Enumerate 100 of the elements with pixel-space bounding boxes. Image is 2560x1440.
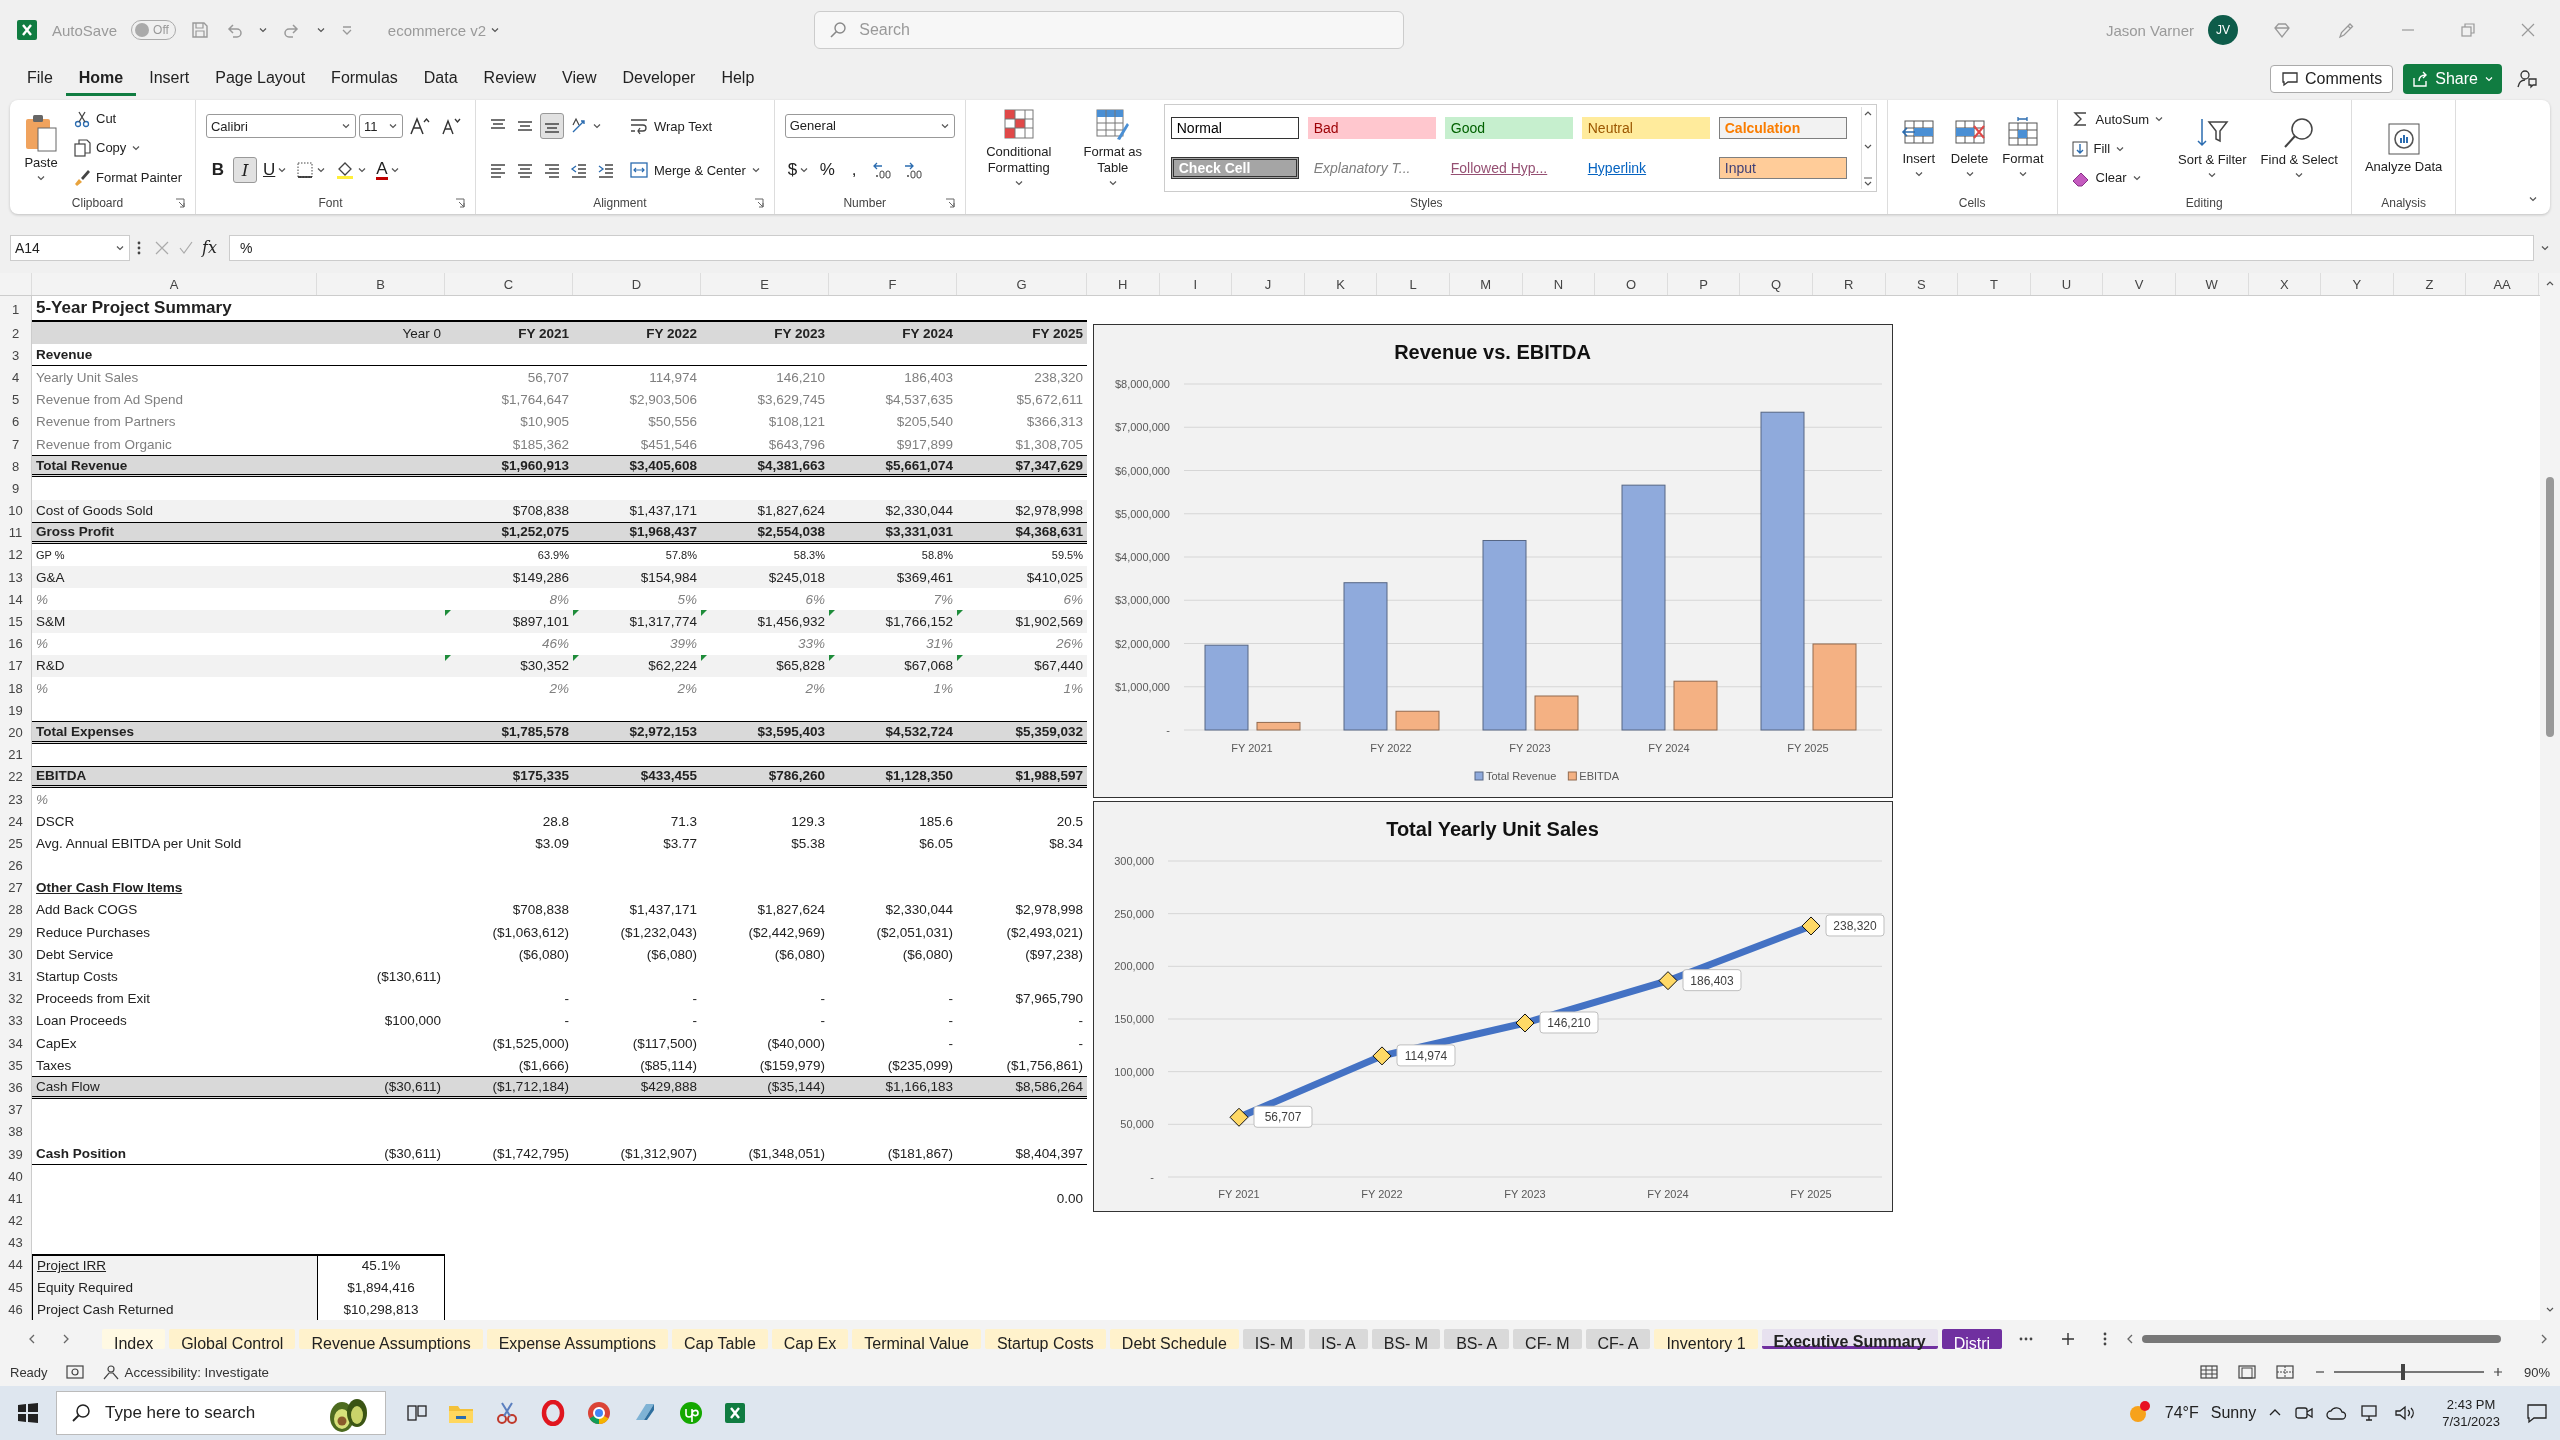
search-field[interactable]: Search — [814, 11, 1405, 49]
scrollbar-thumb[interactable] — [2142, 1335, 2501, 1343]
row-number[interactable]: 14 — [0, 588, 32, 611]
menu-tab[interactable]: Home — [65, 62, 137, 96]
ribbon-button[interactable]: Cut — [70, 107, 120, 130]
app-icon[interactable] — [678, 1400, 704, 1426]
row-number[interactable]: 1 — [0, 296, 32, 322]
menu-tab[interactable]: Insert — [136, 62, 203, 96]
comments-button[interactable]: Comments — [2269, 65, 2394, 93]
more-icon[interactable] — [2102, 1331, 2109, 1347]
row-number[interactable]: 7 — [0, 432, 32, 456]
sheet-tab[interactable]: Executive Summary — [1761, 1329, 1938, 1349]
search-input[interactable]: Search — [857, 20, 1390, 40]
menu-tab[interactable]: File — [14, 62, 66, 96]
row-number[interactable]: 3 — [0, 344, 32, 367]
toolbar-button[interactable]: I — [233, 157, 257, 183]
row-number[interactable]: 25 — [0, 832, 32, 855]
column-header[interactable]: G — [957, 273, 1087, 295]
column-header[interactable]: B — [317, 273, 445, 295]
row-number[interactable]: 15 — [0, 610, 32, 633]
column-header[interactable]: U — [2030, 273, 2104, 295]
row-number[interactable]: 28 — [0, 898, 32, 922]
sheet-tab[interactable]: IS- A — [1309, 1329, 1368, 1349]
column-header[interactable]: W — [2175, 273, 2249, 295]
column-header[interactable]: P — [1667, 273, 1741, 295]
ribbon-button[interactable]: Copy — [70, 137, 145, 159]
row-number[interactable]: 34 — [0, 1032, 32, 1055]
row-number[interactable]: 37 — [0, 1098, 32, 1121]
task-view-icon[interactable] — [406, 1402, 428, 1424]
cell-style-option[interactable]: Good — [1444, 117, 1573, 139]
caret-icon[interactable] — [2528, 194, 2538, 204]
sheet-tab[interactable]: BS- M — [1371, 1329, 1441, 1349]
row-number[interactable]: 38 — [0, 1120, 32, 1143]
speaker-icon[interactable] — [2394, 1404, 2417, 1422]
zoom-level[interactable]: 90% — [2523, 1364, 2550, 1380]
column-header[interactable]: Q — [1740, 273, 1813, 295]
toolbar-button[interactable]: A — [373, 157, 403, 183]
row-number[interactable]: 24 — [0, 810, 32, 833]
row-number[interactable]: 19 — [0, 699, 32, 722]
row-number[interactable]: 12 — [0, 543, 32, 567]
sheet-tab[interactable]: Index — [102, 1329, 166, 1349]
ribbon-button[interactable]: Format Painter — [70, 166, 185, 189]
normal-view-icon[interactable] — [2199, 1364, 2218, 1380]
zoom-in-icon[interactable] — [2491, 1366, 2504, 1378]
row-number[interactable]: 39 — [0, 1142, 32, 1166]
sheet-tab[interactable]: CF- A — [1585, 1329, 1651, 1349]
toolbar-button[interactable]: , — [842, 156, 867, 183]
row-number[interactable]: 41 — [0, 1187, 32, 1210]
caret-icon[interactable] — [315, 25, 326, 35]
sheet-tab[interactable]: Debt Schedule — [1109, 1329, 1239, 1349]
column-header[interactable]: AA — [2466, 273, 2539, 295]
dialog-launcher-icon[interactable] — [753, 198, 764, 208]
name-box[interactable]: A14 — [10, 234, 130, 261]
ring-icon[interactable] — [540, 1400, 566, 1426]
ribbon-button[interactable]: Paste — [20, 111, 62, 185]
row-number[interactable]: 9 — [0, 477, 32, 500]
row-number[interactable]: 26 — [0, 854, 32, 877]
column-header[interactable]: I — [1159, 273, 1233, 295]
toolbar-button[interactable]: $ — [784, 156, 813, 183]
row-number[interactable]: 21 — [0, 743, 32, 766]
column-header[interactable]: A — [32, 273, 317, 295]
menu-tab[interactable]: View — [549, 62, 610, 96]
menu-tab[interactable]: Help — [708, 62, 768, 96]
ribbon-button[interactable]: Format — [1999, 115, 2047, 181]
sheet-tab[interactable]: Global Control — [169, 1329, 296, 1349]
sheet-tab[interactable]: IS- M — [1242, 1329, 1306, 1349]
page-layout-icon[interactable] — [2237, 1364, 2256, 1380]
caret-icon[interactable] — [490, 25, 501, 35]
column-header[interactable]: D — [573, 273, 701, 295]
more-icon[interactable] — [136, 239, 142, 256]
ribbon-button[interactable]: Clear — [2067, 166, 2145, 189]
cell-style-option[interactable]: Input — [1718, 157, 1847, 179]
ribbon-button[interactable]: Wrap Text — [626, 114, 716, 138]
column-header[interactable]: Z — [2393, 273, 2467, 295]
row-number[interactable]: 27 — [0, 876, 32, 899]
row-number[interactable]: 23 — [0, 787, 32, 811]
row-number[interactable]: 2 — [0, 322, 32, 345]
spreadsheet-app-icon[interactable] — [724, 1402, 746, 1424]
row-number[interactable]: 46 — [0, 1298, 32, 1320]
column-header[interactable]: V — [2103, 273, 2176, 295]
row-number[interactable]: 36 — [0, 1076, 32, 1099]
avatar[interactable]: JV — [2208, 15, 2238, 45]
sheet-tab[interactable]: Terminal Value — [852, 1329, 981, 1349]
row-number[interactable]: 13 — [0, 566, 32, 589]
cell-style-option[interactable]: Neutral — [1581, 117, 1710, 139]
row-number[interactable]: 6 — [0, 410, 32, 433]
caret-icon[interactable] — [257, 25, 268, 35]
cell-style-option[interactable]: Bad — [1307, 117, 1436, 139]
row-number[interactable]: 40 — [0, 1165, 32, 1188]
formula-field[interactable]: % — [228, 234, 2534, 261]
sheet-tab[interactable]: CF- M — [1513, 1329, 1582, 1349]
scissors-icon[interactable] — [494, 1400, 520, 1426]
menu-tab[interactable]: Data — [410, 62, 471, 96]
menu-tab[interactable]: Formulas — [318, 62, 411, 96]
column-header[interactable]: X — [2248, 273, 2322, 295]
cell-style-option[interactable]: Normal — [1170, 117, 1299, 139]
row-number[interactable]: 17 — [0, 654, 32, 677]
record-macro-icon[interactable] — [65, 1364, 84, 1380]
person-icon[interactable] — [2516, 68, 2538, 90]
dropdown-field[interactable]: Calibri — [206, 114, 356, 138]
